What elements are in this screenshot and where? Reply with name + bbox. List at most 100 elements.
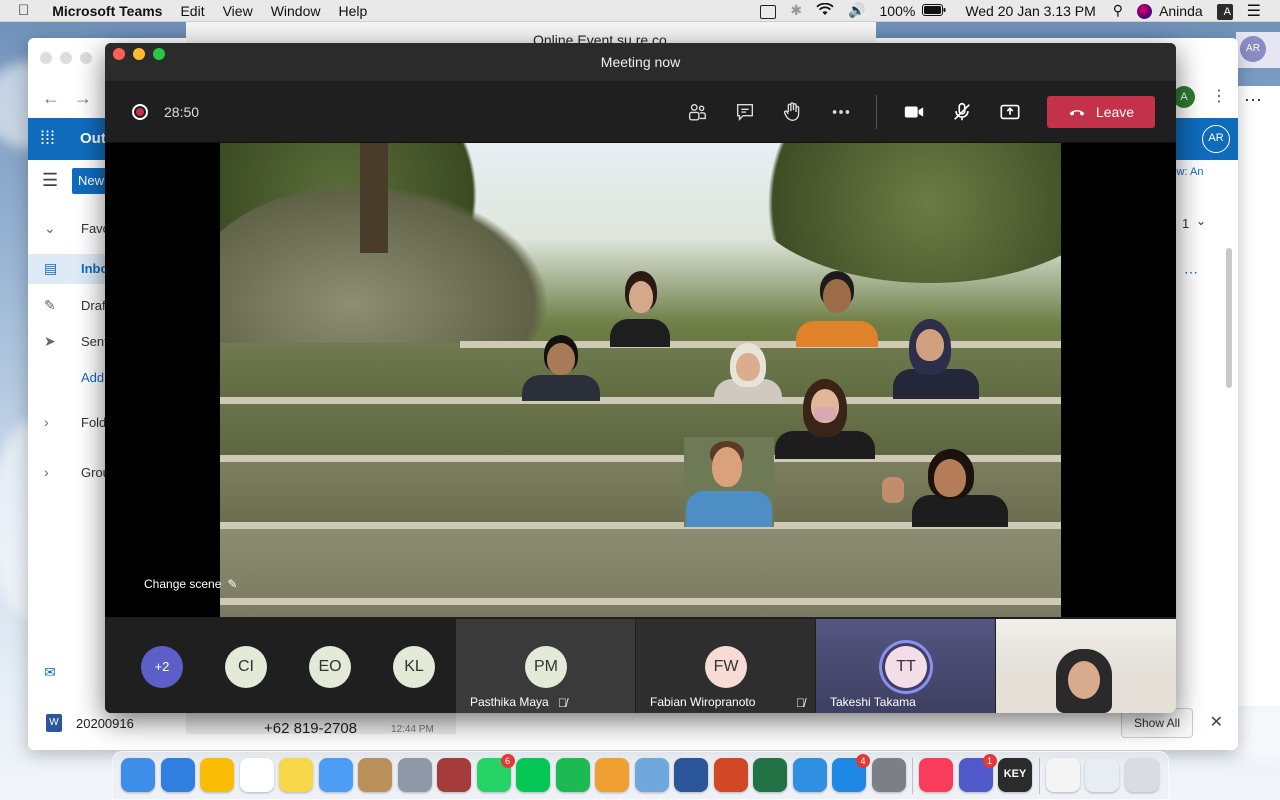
window-zoom-button[interactable]: [80, 52, 92, 64]
meeting-toolbar: 28:50 Leave: [105, 81, 1176, 143]
safari-icon[interactable]: [160, 758, 195, 792]
forward-arrow-icon[interactable]: →: [74, 88, 92, 109]
chrome-icon[interactable]: [200, 758, 234, 792]
line-icon[interactable]: [516, 758, 550, 792]
sidebar-item-label: Fold: [81, 415, 107, 430]
participant-avatar[interactable]: KL: [393, 646, 435, 688]
microphone-muted-icon: 🎙̸: [558, 696, 567, 710]
system-preferences-icon[interactable]: [871, 758, 906, 792]
window-minimize-button[interactable]: [60, 52, 72, 64]
more-participants-badge[interactable]: +2: [141, 646, 183, 688]
document-icon[interactable]: [1045, 758, 1080, 792]
window-close-button[interactable]: [40, 52, 52, 64]
microphone-muted-icon[interactable]: [947, 97, 977, 127]
reminders-icon[interactable]: [239, 758, 274, 792]
wifi-icon[interactable]: [809, 2, 841, 19]
participant-name: Takeshi Takama: [830, 695, 916, 709]
keynote-icon[interactable]: [792, 758, 827, 792]
apple-menu-icon[interactable]: : [0, 0, 43, 22]
step-edge: [220, 598, 1061, 605]
user-avatar-icon[interactable]: [1130, 2, 1159, 19]
change-scene-button[interactable]: Change scene ✎: [144, 577, 237, 591]
microphone-muted-icon: 🎙̸: [796, 696, 805, 710]
more-actions-icon[interactable]: [826, 97, 856, 127]
menu-edit[interactable]: Edit: [171, 0, 213, 22]
participants-icon[interactable]: [682, 97, 712, 127]
menu-bar:  Microsoft Teams Edit View Window Help …: [0, 0, 1280, 22]
screen-mirror-icon[interactable]: [753, 2, 783, 19]
control-center-icon[interactable]: ☰: [1240, 1, 1268, 21]
page-indicator[interactable]: 1: [1182, 216, 1189, 231]
participant-name: Fabian Wiropranoto: [650, 695, 756, 709]
chevron-down-icon[interactable]: ⌄: [1196, 214, 1206, 228]
menu-app-name[interactable]: Microsoft Teams: [43, 0, 171, 22]
pencil-icon: ✎: [44, 297, 56, 313]
meeting-timer: 28:50: [164, 104, 200, 120]
spotify-icon[interactable]: [555, 758, 590, 792]
chat-icon[interactable]: [730, 97, 760, 127]
trash-icon[interactable]: [1124, 758, 1159, 792]
hamburger-menu-icon[interactable]: ☰: [42, 170, 58, 191]
participant-tile[interactable]: TT Takeshi Takama: [816, 619, 995, 713]
avatar[interactable]: AR: [1240, 36, 1266, 62]
spotlight-search-icon[interactable]: ⚲: [1106, 2, 1130, 19]
more-options-icon[interactable]: ⋯: [1244, 90, 1262, 111]
raise-hand-icon[interactable]: [777, 97, 807, 127]
excel-icon[interactable]: [753, 758, 787, 792]
dictionary-icon[interactable]: [437, 758, 471, 792]
appstore-icon[interactable]: 4: [832, 754, 870, 792]
send-icon: ➤: [44, 333, 56, 349]
leave-button[interactable]: Leave: [1047, 96, 1155, 128]
clock[interactable]: Wed 20 Jan 3.13 PM: [953, 3, 1105, 19]
music-icon[interactable]: [919, 758, 953, 792]
word-icon[interactable]: [674, 758, 708, 792]
meeting-window: Meeting now 28:50 Leave Change scene ✎ +…: [105, 43, 1176, 713]
keychain-icon[interactable]: KEY: [998, 758, 1032, 792]
contacts-icon[interactable]: [358, 758, 392, 792]
profile-avatar[interactable]: AR: [1202, 125, 1230, 153]
sidebar-item-label: Draf: [81, 298, 106, 313]
battery-percent[interactable]: 100%: [873, 3, 923, 19]
participant-strip: +2 CI EO KL PM Pasthika Maya 🎙̸ FW Fabia…: [105, 617, 1176, 713]
preview-icon[interactable]: [634, 758, 669, 792]
user-name[interactable]: Aninda: [1159, 3, 1210, 19]
bluetooth-icon[interactable]: ✱: [783, 2, 809, 19]
volume-icon[interactable]: 🔊: [841, 2, 872, 19]
teams-icon[interactable]: 1: [958, 754, 997, 792]
participant-tile[interactable]: FW Fabian Wiropranoto 🎙̸: [636, 619, 815, 713]
scrollbar[interactable]: [1226, 248, 1232, 388]
toolbar-divider: [876, 95, 877, 129]
photos-icon[interactable]: [595, 758, 629, 792]
close-icon[interactable]: ✕: [1210, 712, 1223, 732]
messages-icon[interactable]: [318, 758, 353, 792]
browser-menu-icon[interactable]: ⋮: [1211, 86, 1227, 106]
participant-avatar[interactable]: CI: [225, 646, 267, 688]
sidebar-item-label: Sent: [81, 334, 108, 349]
input-source-icon[interactable]: A: [1210, 2, 1240, 20]
participant-tile[interactable]: PM Pasthika Maya 🎙̸: [456, 619, 635, 713]
menu-view[interactable]: View: [214, 0, 262, 22]
self-video-tile[interactable]: [996, 619, 1176, 713]
menu-help[interactable]: Help: [329, 0, 376, 22]
participant-avatar[interactable]: EO: [309, 646, 351, 688]
meeting-stage: Change scene ✎: [105, 143, 1176, 617]
battery-icon[interactable]: [922, 3, 953, 19]
app-launcher-icon[interactable]: ⁞⁞⁞: [40, 128, 55, 149]
participant-video: [605, 271, 675, 347]
menu-window[interactable]: Window: [262, 0, 330, 22]
more-options-icon[interactable]: ⋯: [1184, 264, 1198, 281]
participant-video: [882, 449, 1012, 527]
whatsapp-icon[interactable]: 6: [476, 754, 515, 792]
download-filename[interactable]: 20200916: [76, 716, 134, 731]
account-avatar[interactable]: A: [1173, 86, 1195, 108]
share-screen-icon[interactable]: [995, 97, 1025, 127]
mail-icon[interactable]: ✉: [44, 664, 56, 681]
dock-divider: [912, 758, 913, 794]
finder-icon[interactable]: [121, 758, 155, 792]
powerpoint-icon[interactable]: [713, 758, 748, 792]
back-arrow-icon[interactable]: ←: [42, 88, 60, 109]
notes-icon[interactable]: [279, 758, 313, 792]
camera-icon[interactable]: [899, 97, 929, 127]
screenshot-icon[interactable]: [1085, 758, 1119, 792]
launchpad-icon[interactable]: [397, 758, 432, 792]
